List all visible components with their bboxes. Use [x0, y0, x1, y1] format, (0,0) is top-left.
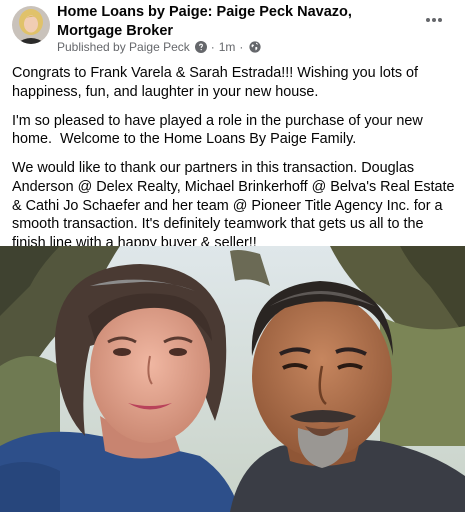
post-paragraph-3: We would like to thank our partners in t…	[12, 160, 459, 251]
post-timestamp[interactable]: 1m	[219, 40, 236, 54]
post-paragraph-1: Congrats to Frank Varela & Sarah Estrada…	[12, 65, 423, 100]
published-by-text: Published by Paige Peck	[57, 40, 190, 54]
post-meta: Published by Paige Peck · 1m ·	[57, 40, 262, 54]
more-options-button[interactable]	[418, 6, 450, 34]
post-photo[interactable]	[0, 246, 465, 512]
meta-separator: ·	[210, 40, 215, 54]
meta-separator-2: ·	[239, 40, 244, 54]
question-circle-icon[interactable]	[194, 41, 207, 53]
post-paragraph-2: I'm so pleased to have played a role in …	[12, 112, 427, 148]
ellipsis-icon	[426, 18, 442, 22]
post-header: Home Loans by Paige: Paige Peck Navazo, …	[0, 0, 465, 60]
globe-icon	[249, 41, 262, 53]
page-name-link[interactable]: Home Loans by Paige: Paige Peck Navazo, …	[57, 3, 407, 41]
facebook-post: Home Loans by Paige: Paige Peck Navazo, …	[0, 0, 465, 512]
post-body: Congrats to Frank Varela & Sarah Estrada…	[12, 64, 456, 263]
page-avatar[interactable]	[12, 6, 50, 44]
